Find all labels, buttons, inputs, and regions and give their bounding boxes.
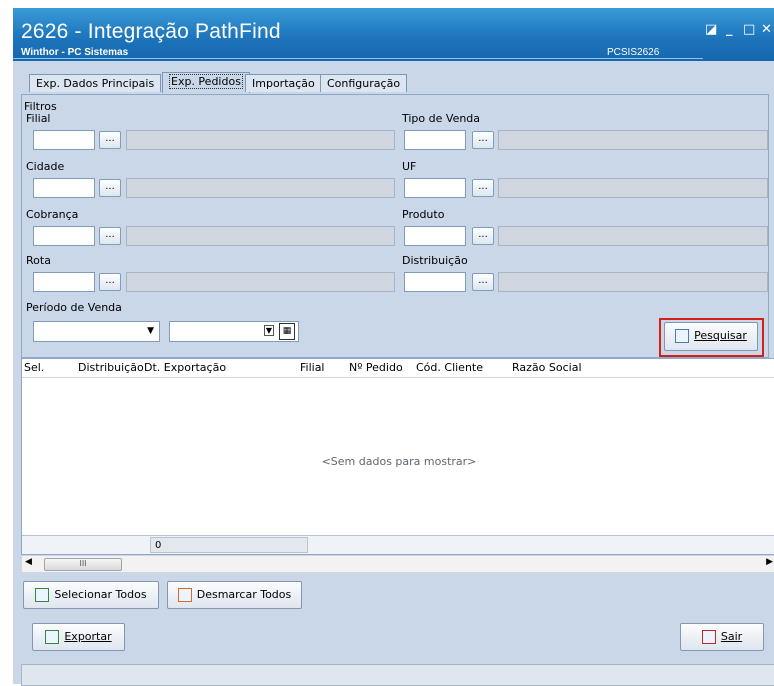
close-icon[interactable]: ✕ [761,22,772,37]
filial-description [126,130,395,150]
grid-header: Sel. Distribuição Dt. Exportação Filial … [22,359,774,378]
tab-importacao[interactable]: Importação [245,74,322,92]
tab-strip: Exp. Dados Principais Exp. Pedidos Impor… [13,70,774,94]
rota-input[interactable] [33,272,95,292]
exit-icon [701,630,716,644]
cidade-label: Cidade [26,160,65,173]
rota-label: Rota [26,254,51,267]
maximize-icon[interactable]: □ [743,22,755,37]
scroll-left-icon[interactable]: ◀ [25,557,32,567]
record-count: 0 [150,537,308,553]
export-icon [45,630,60,644]
cidade-input[interactable] [33,178,95,198]
col-razao-social[interactable]: Razão Social [512,361,582,374]
grid-footer: 0 [22,535,774,554]
periodo-inicio-select[interactable]: ▼ [33,321,160,342]
tab-configuracao[interactable]: Configuração [320,74,408,92]
deselect-all-icon [177,588,192,602]
chevron-down-icon: ▼ [263,325,274,336]
calendar-icon[interactable]: ▦ [279,323,295,340]
desmarcar-todos-button[interactable]: Desmarcar Todos [167,581,302,609]
tipo-venda-lookup-button[interactable]: ... [472,131,494,149]
produto-description [498,226,768,246]
selecionar-todos-button[interactable]: Selecionar Todos [23,581,159,609]
cobranca-lookup-button[interactable]: ... [99,227,121,245]
col-distribuicao[interactable]: Distribuição [78,361,144,374]
window-title: 2626 - Integração PathFind [21,20,281,43]
chevron-down-icon: ▼ [147,326,154,336]
distribuicao-lookup-button[interactable]: ... [472,273,494,291]
cidade-lookup-button[interactable]: ... [99,179,121,197]
empty-grid-message: <Sem dados para mostrar> [321,455,477,468]
produto-label: Produto [402,208,445,221]
sair-button[interactable]: Sair [680,623,764,651]
distribuicao-input[interactable] [404,272,466,292]
rota-description [126,272,395,292]
tipo-venda-label: Tipo de Venda [402,112,481,125]
status-bar [21,664,774,686]
tab-exp-pedidos[interactable]: Exp. Pedidos [162,72,250,93]
periodo-fim-select[interactable]: ▼ ▦ [169,321,299,342]
document-icon [675,329,690,343]
col-sel[interactable]: Sel. [24,361,44,374]
periodo-label: Período de Venda [26,301,122,314]
produto-input[interactable] [404,226,466,246]
col-filial[interactable]: Filial [300,361,325,374]
rota-lookup-button[interactable]: ... [99,273,121,291]
scroll-thumb[interactable]: III [44,558,122,571]
produto-lookup-button[interactable]: ... [472,227,494,245]
exportar-button[interactable]: Exportar [32,623,125,651]
pesquisar-button[interactable]: Pesquisar [664,322,758,351]
title-bar: 2626 - Integração PathFind Winthor - PC … [13,8,774,61]
distribuicao-label: Distribuição [402,254,468,267]
routine-code: PCSIS2626 [607,47,660,58]
horizontal-scrollbar[interactable]: ◀ III ▶ [21,555,774,573]
filial-input[interactable] [33,130,95,150]
filial-label: Filial [26,112,51,125]
col-numero-pedido[interactable]: Nº Pedido [349,361,403,374]
col-cod-cliente[interactable]: Cód. Cliente [416,361,483,374]
distribuicao-description [498,272,768,292]
main-window: 2626 - Integração PathFind Winthor - PC … [13,8,774,686]
filial-lookup-button[interactable]: ... [99,131,121,149]
results-grid[interactable]: Sel. Distribuição Dt. Exportação Filial … [21,358,774,555]
cobranca-label: Cobrança [26,208,79,221]
uf-label: UF [402,160,417,173]
tipo-venda-description [498,130,768,150]
uf-input[interactable] [404,178,466,198]
title-divider [13,58,703,59]
window-subtitle: Winthor - PC Sistemas [21,47,129,58]
restore-icon[interactable]: ◪ [705,22,717,37]
uf-description [498,178,768,198]
scroll-right-icon[interactable]: ▶ [766,557,773,567]
tab-exp-dados-principais[interactable]: Exp. Dados Principais [29,74,162,92]
col-dt-exportacao[interactable]: Dt. Exportação [144,361,226,374]
cobranca-input[interactable] [33,226,95,246]
uf-lookup-button[interactable]: ... [472,179,494,197]
cobranca-description [126,226,395,246]
tipo-venda-input[interactable] [404,130,466,150]
cidade-description [126,178,395,198]
select-all-icon [35,588,50,602]
minimize-icon[interactable]: _ [726,22,733,37]
